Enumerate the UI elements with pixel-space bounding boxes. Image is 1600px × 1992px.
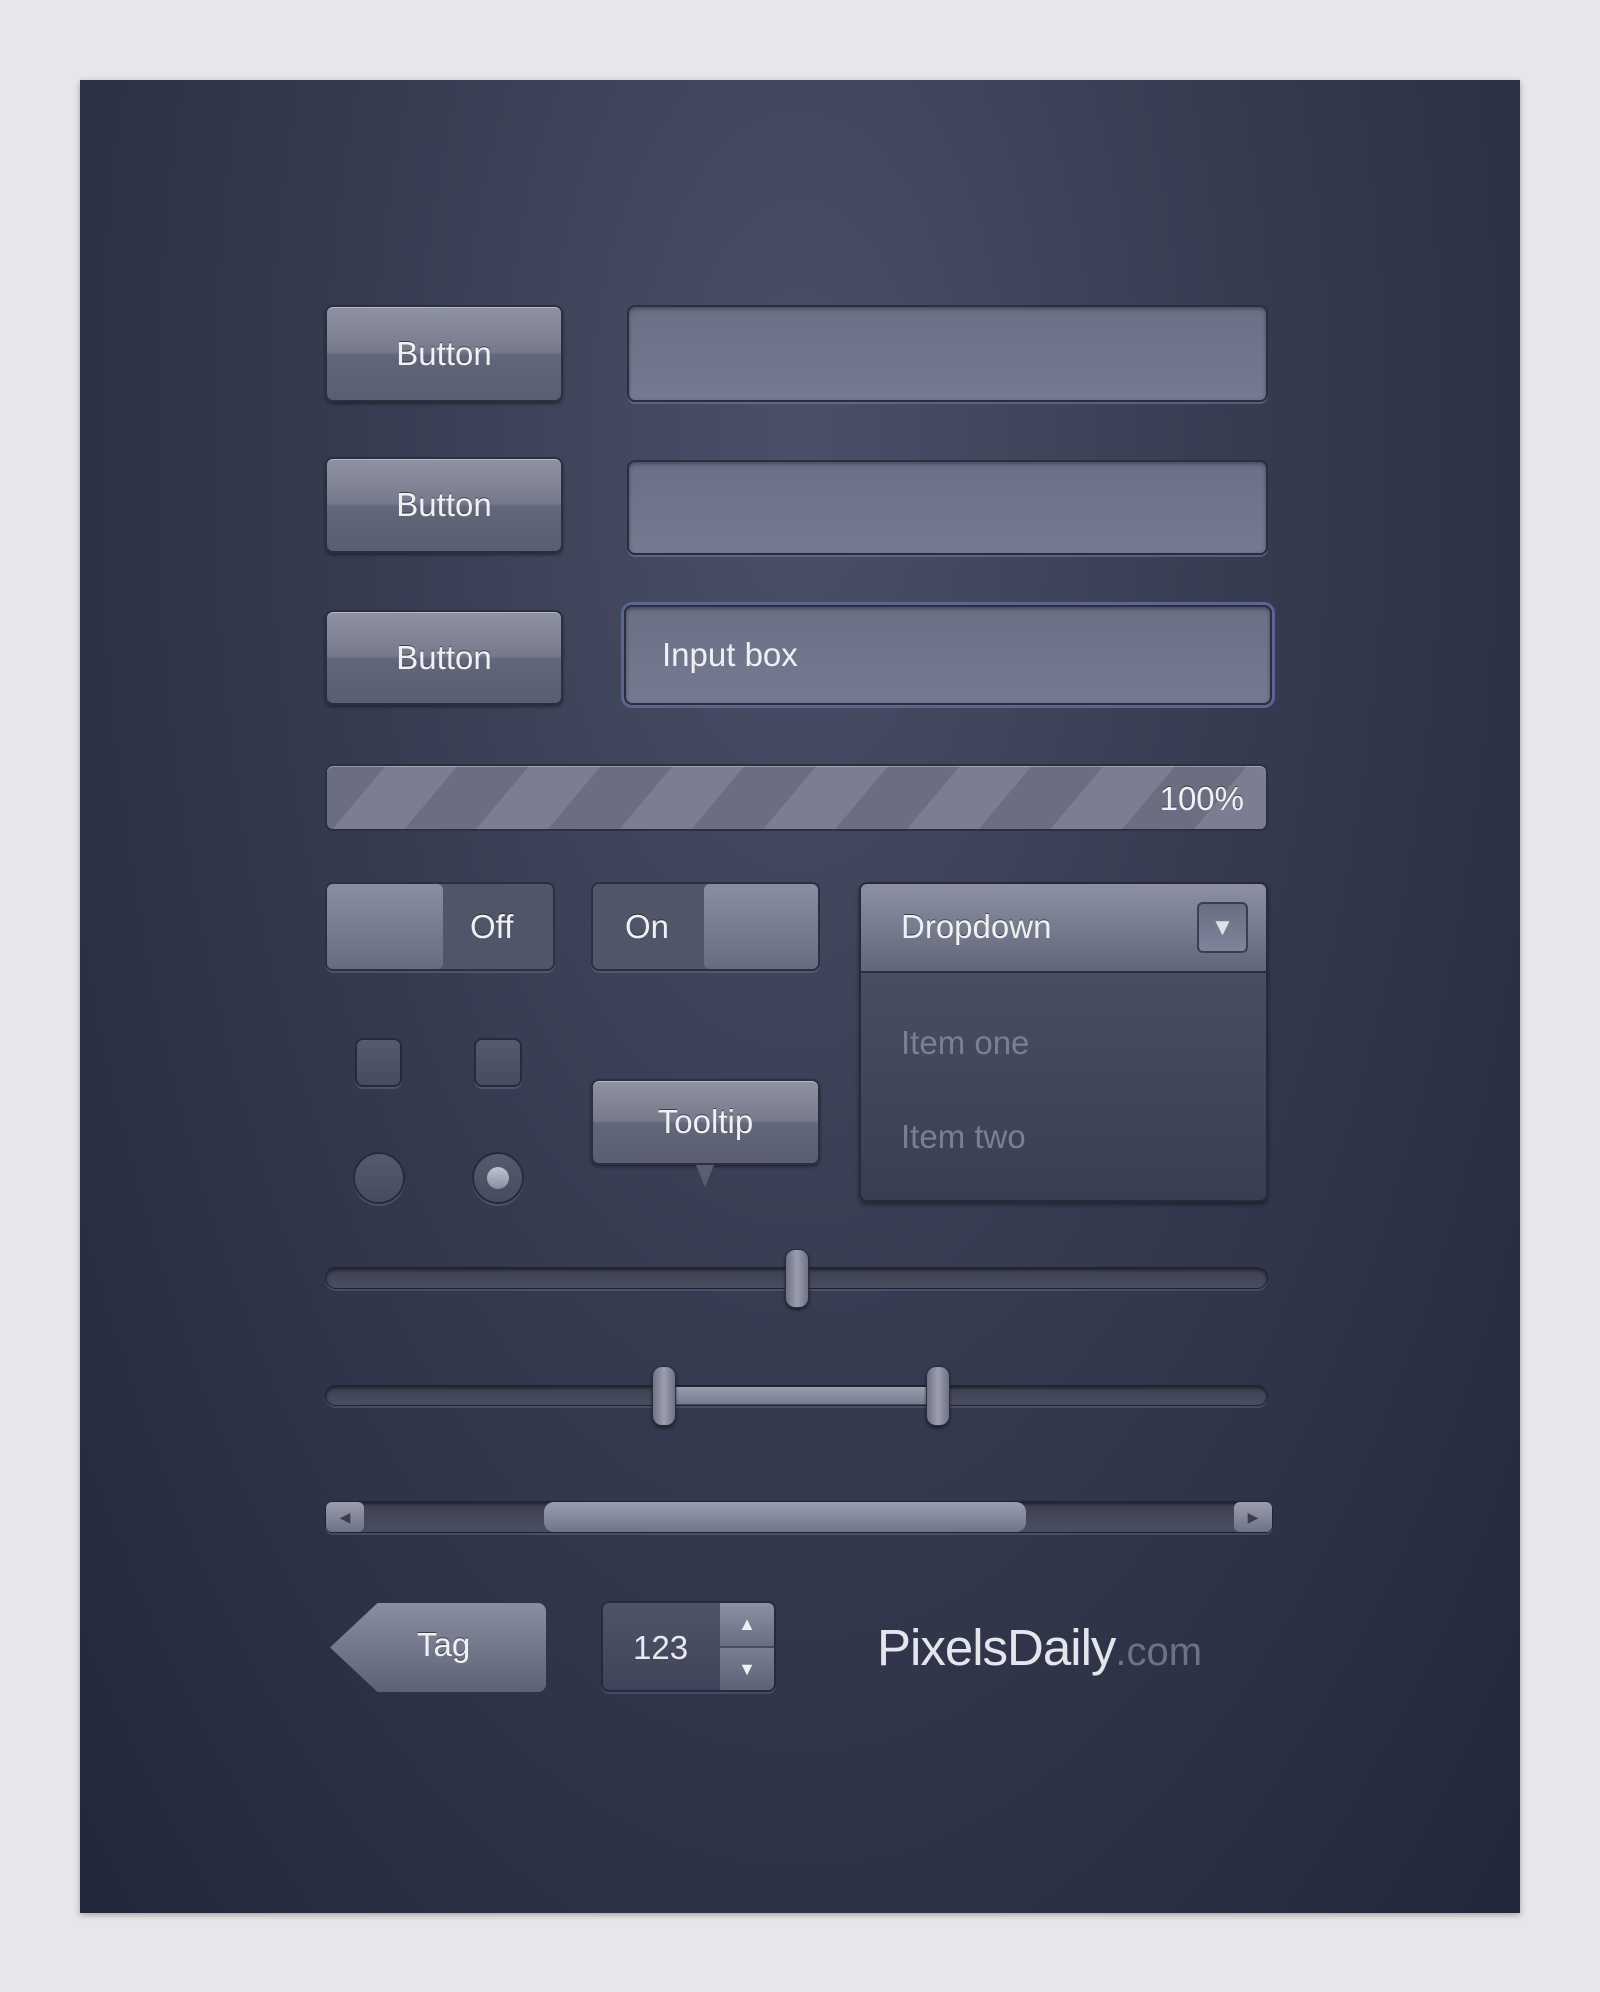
- button-label: Button: [396, 334, 492, 372]
- toggle-knob: [327, 884, 443, 969]
- brand-name: PixelsDaily: [877, 1619, 1116, 1676]
- dropdown-selected: Dropdown: [901, 908, 1052, 945]
- text-input-focused[interactable]: Input box: [624, 605, 1272, 705]
- brand-suffix: .com: [1115, 1630, 1203, 1674]
- triangle-up-icon[interactable]: ▲: [720, 1603, 774, 1646]
- brand-logo: PixelsDaily.com: [877, 1618, 1202, 1677]
- scrollbar-thumb[interactable]: [543, 1502, 1027, 1532]
- horizontal-scrollbar[interactable]: ◀ ▶: [325, 1501, 1273, 1533]
- progress-bar: 100%: [325, 764, 1268, 831]
- toggle-label: On: [625, 908, 670, 945]
- button-label: Button: [396, 486, 492, 523]
- text-input-1[interactable]: [627, 305, 1268, 402]
- toggle-off[interactable]: Off: [325, 882, 555, 971]
- button-3[interactable]: Button: [325, 610, 563, 705]
- radio-2[interactable]: [472, 1152, 524, 1204]
- dropdown-item[interactable]: Item one: [901, 1024, 1029, 1062]
- number-stepper[interactable]: 123 ▲ ▼: [601, 1601, 776, 1692]
- checkbox-2[interactable]: [474, 1038, 522, 1087]
- triangle-down-icon[interactable]: ▼: [1197, 902, 1248, 953]
- dropdown-item[interactable]: Item two: [901, 1118, 1026, 1156]
- triangle-down-icon[interactable]: ▼: [720, 1648, 774, 1690]
- scroll-right-arrow-icon[interactable]: ▶: [1234, 1502, 1272, 1532]
- number-value: 123: [633, 1629, 689, 1666]
- radio-dot: [487, 1167, 509, 1189]
- toggle-on[interactable]: On: [591, 882, 820, 971]
- tooltip-tail: [696, 1165, 714, 1187]
- radio-1[interactable]: [353, 1152, 405, 1204]
- toggle-label: Off: [470, 908, 514, 945]
- range-slider-low-handle[interactable]: [652, 1366, 677, 1426]
- range-slider-fill: [664, 1387, 938, 1404]
- text-input-2[interactable]: [627, 460, 1268, 555]
- tooltip-label: Tooltip: [657, 1103, 754, 1140]
- dropdown[interactable]: Dropdown ▼ Item one Item two: [859, 882, 1268, 1202]
- toggle-knob: [704, 884, 818, 969]
- scroll-left-arrow-icon[interactable]: ◀: [326, 1502, 364, 1532]
- input-value: Input box: [662, 636, 798, 673]
- range-slider-high-handle[interactable]: [925, 1366, 950, 1426]
- tag-label: Tag: [417, 1626, 471, 1663]
- tooltip: Tooltip: [591, 1079, 820, 1165]
- progress-label: 100%: [1159, 780, 1244, 817]
- slider-handle[interactable]: [784, 1249, 809, 1308]
- checkbox-1[interactable]: [355, 1038, 402, 1087]
- button-2[interactable]: Button: [325, 457, 563, 553]
- button-1[interactable]: Button: [325, 305, 563, 402]
- dropdown-header[interactable]: Dropdown ▼: [861, 884, 1266, 973]
- button-label: Button: [396, 638, 492, 676]
